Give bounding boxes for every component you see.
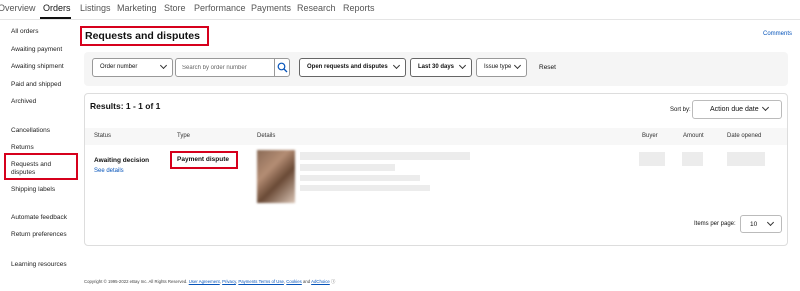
redacted-details [300,175,420,181]
tab-overview[interactable]: Overview [0,3,36,13]
sidebar-item-return-preferences[interactable]: Return preferences [11,231,67,239]
adchoice-icon: ⓘ [331,279,336,284]
col-header-status: Status [94,133,112,139]
date-filter-value: Last 30 days [418,64,455,70]
footer-sep: , [235,279,238,284]
footer-sep: and [303,279,311,284]
item-thumbnail-redacted [257,150,295,203]
chevron-down-icon [766,218,775,227]
tab-performance[interactable]: Performance [194,3,246,13]
redacted-details [300,152,470,160]
items-per-page-select[interactable]: 10 [740,215,782,233]
tab-store[interactable]: Store [164,3,186,13]
col-header-details: Details [257,133,276,139]
col-header-date-opened: Date opened [727,133,762,139]
search-input[interactable] [175,58,275,77]
search-by-select[interactable]: Order number [92,58,173,77]
tab-listings[interactable]: Listings [80,3,111,13]
items-per-page-label: Items per page: [694,221,736,227]
sidebar-item-cancellations[interactable]: Cancellations [11,127,50,135]
tab-payments[interactable]: Payments [251,3,291,13]
status-filter-select[interactable]: Open requests and disputes [299,58,406,77]
footer-copyright: Copyright © 1995-2022 eBay Inc. All Righ… [84,279,188,284]
sidebar-item-all-orders[interactable]: All orders [11,28,38,36]
chevron-down-icon [159,61,168,70]
footer-link-user-agreement[interactable]: User Agreement [189,279,220,284]
sidebar-highlight-box [4,153,78,180]
results-card [84,93,788,246]
footer-sep: , [283,279,286,284]
date-filter-select[interactable]: Last 30 days [410,58,472,77]
footer-link-cookies[interactable]: Cookies [286,279,302,284]
reset-link[interactable]: Reset [539,64,556,71]
sidebar-item-shipping-labels[interactable]: Shipping labels [11,186,55,194]
tab-orders[interactable]: Orders [43,3,71,13]
row-status: Awaiting decision [94,157,150,164]
redacted-date [727,152,765,166]
redacted-buyer [639,152,665,166]
chevron-down-icon [392,61,401,70]
sidebar-item-awaiting-shipment[interactable]: Awaiting shipment [11,63,64,71]
sidebar-item-automate-feedback[interactable]: Automate feedback [11,214,67,222]
redacted-amount [682,152,703,166]
page-title: Requests and disputes [85,30,200,42]
footer-link-payments-terms[interactable]: Payments Terms of Use [238,279,284,284]
sort-by-label: Sort by: [670,107,691,113]
top-nav: Overview Orders Listings Marketing Store… [0,0,800,20]
sidebar-item-paid-and-shipped[interactable]: Paid and shipped [11,81,61,89]
tab-research[interactable]: Research [297,3,336,13]
col-header-buyer: Buyer [642,133,658,139]
items-per-page-value: 10 [750,221,758,228]
sidebar-item-returns[interactable]: Returns [11,144,34,152]
col-header-amount: Amount [683,133,704,139]
chevron-down-icon [458,61,467,70]
tab-marketing[interactable]: Marketing [117,3,157,13]
issue-type-select[interactable]: Issue type [476,58,527,77]
results-title: Results: 1 - 1 of 1 [90,101,161,111]
tab-reports[interactable]: Reports [343,3,375,13]
table-header [85,128,787,145]
see-details-link[interactable]: See details [94,168,124,174]
issue-type-value: Issue type [484,64,512,70]
sidebar-item-archived[interactable]: Archived [11,98,36,106]
search-icon [277,62,288,73]
footer: Copyright © 1995-2022 eBay Inc. All Righ… [84,279,335,285]
footer-link-privacy[interactable]: Privacy [222,279,236,284]
redacted-details [300,164,395,171]
sidebar-item-awaiting-payment[interactable]: Awaiting payment [11,46,62,54]
status-filter-value: Open requests and disputes [307,64,388,70]
sort-select[interactable]: Action due date [692,100,782,119]
comments-link[interactable]: Comments [763,31,792,37]
footer-link-adchoice[interactable]: AdChoice [311,279,330,284]
redacted-details [300,185,430,191]
active-tab-underline [40,17,71,19]
col-header-type: Type [177,133,191,139]
chevron-down-icon [761,103,770,112]
search-by-value: Order number [100,64,138,70]
footer-sep: , [219,279,221,284]
chevron-down-icon [513,61,522,70]
row-type: Payment dispute [177,156,230,163]
sort-value: Action due date [710,106,759,113]
search-button[interactable] [274,58,290,77]
sidebar-item-learning-resources[interactable]: Learning resources [11,261,67,269]
